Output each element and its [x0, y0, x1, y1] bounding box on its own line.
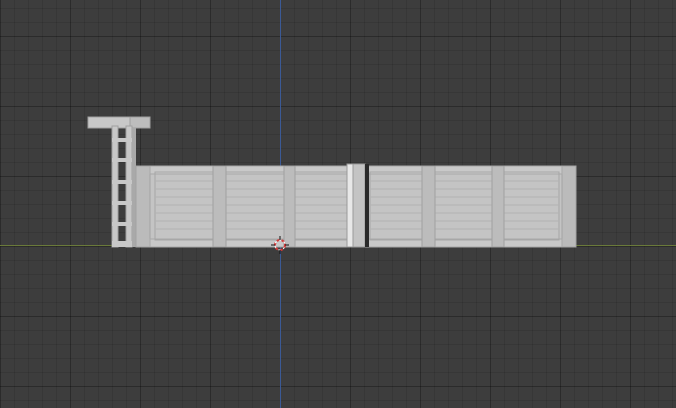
3d-viewport[interactable] [0, 0, 676, 408]
wall-object[interactable] [135, 163, 577, 248]
divider-post [346, 163, 369, 248]
scene-geometry[interactable] [0, 0, 676, 408]
